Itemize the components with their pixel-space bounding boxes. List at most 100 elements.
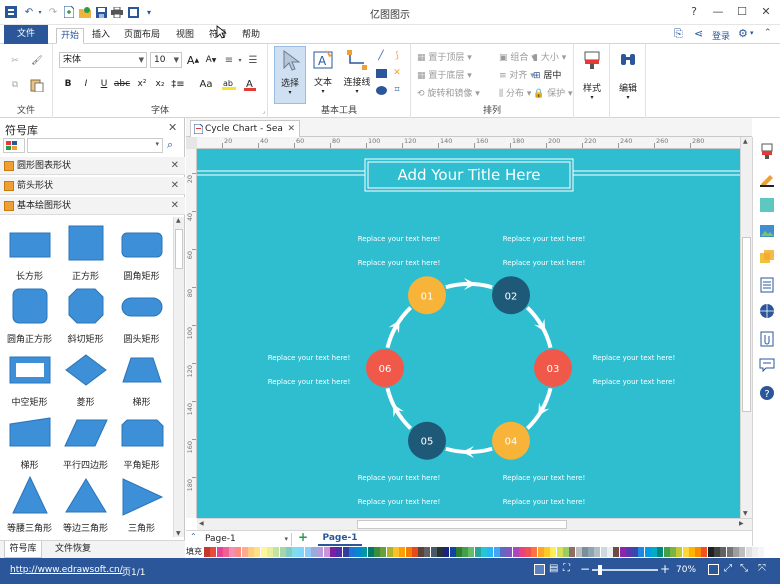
color-swatch[interactable] <box>222 547 229 557</box>
color-swatch[interactable] <box>751 547 758 557</box>
color-swatch[interactable] <box>562 547 569 557</box>
placeholder-text[interactable]: Replace your text here! <box>358 235 441 243</box>
tab-page-layout[interactable]: 页面布局 <box>120 28 164 44</box>
image-icon[interactable] <box>759 223 775 239</box>
line-spacing-icon[interactable]: ‡≡ <box>171 77 185 91</box>
category-basic-drawing[interactable]: 基本绘图形状 ✕ <box>0 197 185 215</box>
color-swatch[interactable] <box>676 547 683 557</box>
color-swatch[interactable] <box>235 547 242 557</box>
color-swatch[interactable] <box>544 547 551 557</box>
file-menu-tab[interactable]: 文件 <box>4 25 48 44</box>
drawing-canvas[interactable]: Add Your Title Here 01 02 03 04 05 06 Replace… <box>197 149 740 518</box>
color-swatch[interactable] <box>499 547 506 557</box>
placeholder-text[interactable]: Replace your text here! <box>503 498 586 506</box>
color-swatch[interactable] <box>714 547 721 557</box>
vertical-scroll-thumb[interactable] <box>742 237 751 412</box>
bold-icon[interactable]: B <box>61 77 75 91</box>
crop-tool-icon[interactable]: ⌗ <box>390 84 404 96</box>
color-swatch[interactable] <box>707 547 714 557</box>
highlight-icon[interactable]: ab <box>221 77 237 91</box>
share-icon[interactable]: ⋖ <box>694 27 703 40</box>
color-swatch[interactable] <box>550 547 557 557</box>
search-icon[interactable]: ⌕ <box>167 138 173 152</box>
close-tab-icon[interactable]: ✕ <box>287 121 295 137</box>
expand-view-icon[interactable]: ⤡ <box>740 563 748 574</box>
color-swatch[interactable] <box>405 547 412 557</box>
underline-icon[interactable]: U <box>97 77 111 91</box>
color-swatch[interactable] <box>481 547 488 557</box>
color-swatch[interactable] <box>304 547 311 557</box>
exit-full-screen-icon[interactable]: ⤧ <box>758 563 766 574</box>
color-swatch[interactable] <box>285 547 292 557</box>
fit-page-icon[interactable]: ▤ <box>549 563 558 574</box>
color-swatch[interactable] <box>625 547 632 557</box>
edit-button[interactable]: 编辑 ▾ <box>614 48 642 104</box>
placeholder-text[interactable]: Replace your text here! <box>358 498 441 506</box>
color-swatch[interactable] <box>657 547 664 557</box>
page-bar-expand-icon[interactable]: ⌃ <box>190 532 197 541</box>
color-swatch[interactable] <box>764 547 771 557</box>
color-swatch[interactable] <box>392 547 399 557</box>
color-swatch[interactable] <box>418 547 425 557</box>
color-swatch[interactable] <box>701 547 708 557</box>
placeholder-text[interactable]: Replace your text here! <box>268 354 351 362</box>
shape-roundrect[interactable]: 圆角矩形 <box>114 220 169 282</box>
scroll-right-icon[interactable]: ▶ <box>739 520 744 527</box>
color-swatch[interactable] <box>336 547 343 557</box>
tab-symbol-library[interactable]: 符号库 <box>4 541 42 558</box>
shape-snipped[interactable]: 平角矩形 <box>114 409 169 471</box>
align-button[interactable]: ≡ 对齐 ▾ <box>499 68 535 81</box>
select-tool-button[interactable]: 选择 ▾ <box>274 46 306 104</box>
placeholder-text[interactable]: Replace your text here! <box>268 378 351 386</box>
copy-icon[interactable]: ⧉ <box>8 78 22 92</box>
font-dialog-launcher-icon[interactable]: ⌟ <box>262 108 265 115</box>
color-swatch[interactable] <box>632 547 639 557</box>
shape-diamond[interactable]: 菱形 <box>58 346 113 408</box>
color-swatch[interactable] <box>613 547 620 557</box>
font-size-select[interactable]: 10 ▼ <box>150 52 182 68</box>
collapse-ribbon-icon[interactable]: ⌃ <box>764 28 772 38</box>
color-swatch[interactable] <box>525 547 532 557</box>
style-button[interactable]: 样式 ▾ <box>578 48 606 104</box>
fit-window-icon[interactable] <box>708 564 719 575</box>
color-swatch[interactable] <box>745 547 752 557</box>
color-swatch[interactable] <box>531 547 538 557</box>
bring-to-front-button[interactable]: ▦ 置于顶层 ▾ <box>417 50 472 63</box>
feedback-icon[interactable]: ⎘ <box>674 27 683 41</box>
color-swatch[interactable] <box>600 547 607 557</box>
color-swatch[interactable] <box>638 547 645 557</box>
tab-file-recovery[interactable]: 文件恢复 <box>48 541 98 558</box>
login-link[interactable]: 登录 <box>712 29 730 42</box>
color-swatch[interactable] <box>732 547 739 557</box>
presentation-icon[interactable]: ⛶ <box>563 563 570 574</box>
color-swatch[interactable] <box>758 547 765 557</box>
shape-pill[interactable]: 圆头矩形 <box>114 283 169 345</box>
canvas-vertical-scrollbar[interactable]: ▲ ▼ <box>740 137 752 518</box>
color-swatch[interactable] <box>493 547 500 557</box>
color-swatch[interactable] <box>329 547 336 557</box>
close-category-icon[interactable]: ✕ <box>171 177 179 195</box>
color-swatch[interactable] <box>361 547 368 557</box>
color-swatch[interactable] <box>380 547 387 557</box>
color-swatch[interactable] <box>581 547 588 557</box>
color-swatch[interactable] <box>254 547 261 557</box>
format-painter-icon[interactable]: 🖌 <box>30 54 44 68</box>
rectangle-tool-icon[interactable] <box>374 67 388 79</box>
color-swatch[interactable] <box>273 547 280 557</box>
color-swatch[interactable] <box>518 547 525 557</box>
italic-icon[interactable]: I <box>79 77 93 91</box>
color-swatch[interactable] <box>644 547 651 557</box>
tab-help[interactable]: 帮助 <box>238 28 264 44</box>
shape-isotriangle[interactable]: 等腰三角形 <box>2 472 57 534</box>
protect-button[interactable]: 🔒 保护 ▾ <box>533 86 572 99</box>
placeholder-text[interactable]: Replace your text here! <box>503 474 586 482</box>
case-icon[interactable]: Aa <box>199 77 213 91</box>
category-circular-chart[interactable]: 圆形图表形状 ✕ <box>0 157 185 175</box>
decrease-font-icon[interactable]: A ▼ <box>204 53 218 67</box>
center-button[interactable]: ⊞ 居中 <box>533 68 561 81</box>
color-swatch[interactable] <box>248 547 255 557</box>
rotate-flip-button[interactable]: ⟲ 旋转和镜像 ▾ <box>417 86 480 99</box>
scroll-up-icon[interactable]: ▲ <box>176 217 181 224</box>
scroll-thumb[interactable] <box>175 229 183 269</box>
color-swatch[interactable] <box>374 547 381 557</box>
